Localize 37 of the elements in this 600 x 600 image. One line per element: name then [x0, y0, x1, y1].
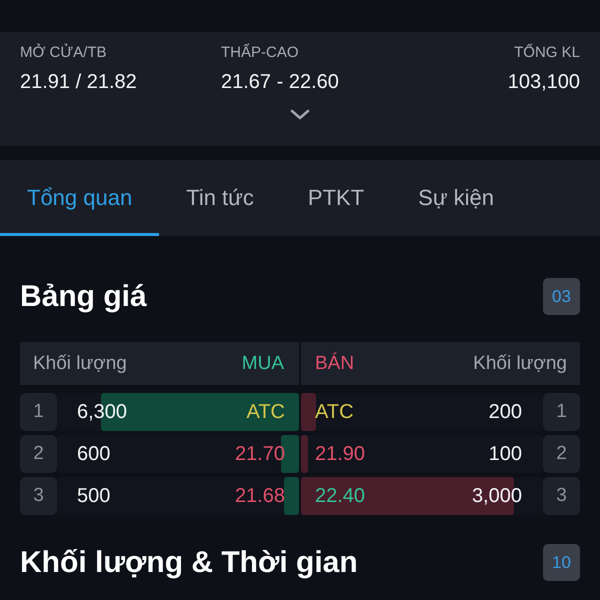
price-level-rank: 3 [543, 477, 580, 515]
sell-price: 21.90 [315, 442, 366, 466]
column-header: Khối lượng [33, 352, 127, 374]
price-level-rank: 2 [543, 435, 580, 473]
sell-volume: 100 [488, 442, 522, 466]
sell-volume: 200 [488, 400, 522, 424]
buy-price: ATC [246, 400, 285, 424]
buy-price: 21.68 [234, 484, 285, 508]
price-level-rank: 2 [20, 435, 57, 473]
tab[interactable]: Sự kiện [391, 160, 522, 236]
sell-volume: 3,000 [472, 484, 522, 508]
sell-price: ATC [315, 400, 354, 424]
column-header: MUA [242, 352, 284, 374]
tab[interactable]: Tổng quan [0, 160, 160, 236]
chevron-down-icon[interactable] [290, 109, 310, 120]
stat-label: TỔNG KL [514, 43, 580, 63]
stat-label: MỞ CỬA/TB [20, 43, 107, 63]
price-level-rank: 1 [20, 393, 57, 431]
buy-volume: 500 [77, 484, 110, 508]
buy-volume: 600 [77, 442, 110, 466]
buy-price: 21.70 [234, 442, 285, 466]
stat-value: 103,100 [508, 70, 580, 95]
buy-volume: 6,300 [77, 400, 128, 424]
tab[interactable]: Tin tức [159, 160, 281, 236]
stat-value: 21.91 / 21.82 [20, 70, 137, 95]
price-level-rank: 1 [543, 393, 580, 431]
column-header: BÁN [315, 352, 354, 374]
tab[interactable]: PTKT [280, 160, 392, 236]
sell-price: 22.40 [315, 484, 366, 508]
section-title: Khối lượng & Thời gian [20, 546, 358, 580]
stat-value: 21.67 - 22.60 [221, 70, 339, 95]
stat-label: THẤP-CAO [221, 43, 299, 63]
count-badge: 03 [543, 278, 580, 315]
section-title: Bảng giá [20, 280, 147, 314]
column-header: Khối lượng [473, 352, 567, 374]
count-badge: 10 [543, 544, 580, 581]
price-level-rank: 3 [20, 477, 57, 515]
